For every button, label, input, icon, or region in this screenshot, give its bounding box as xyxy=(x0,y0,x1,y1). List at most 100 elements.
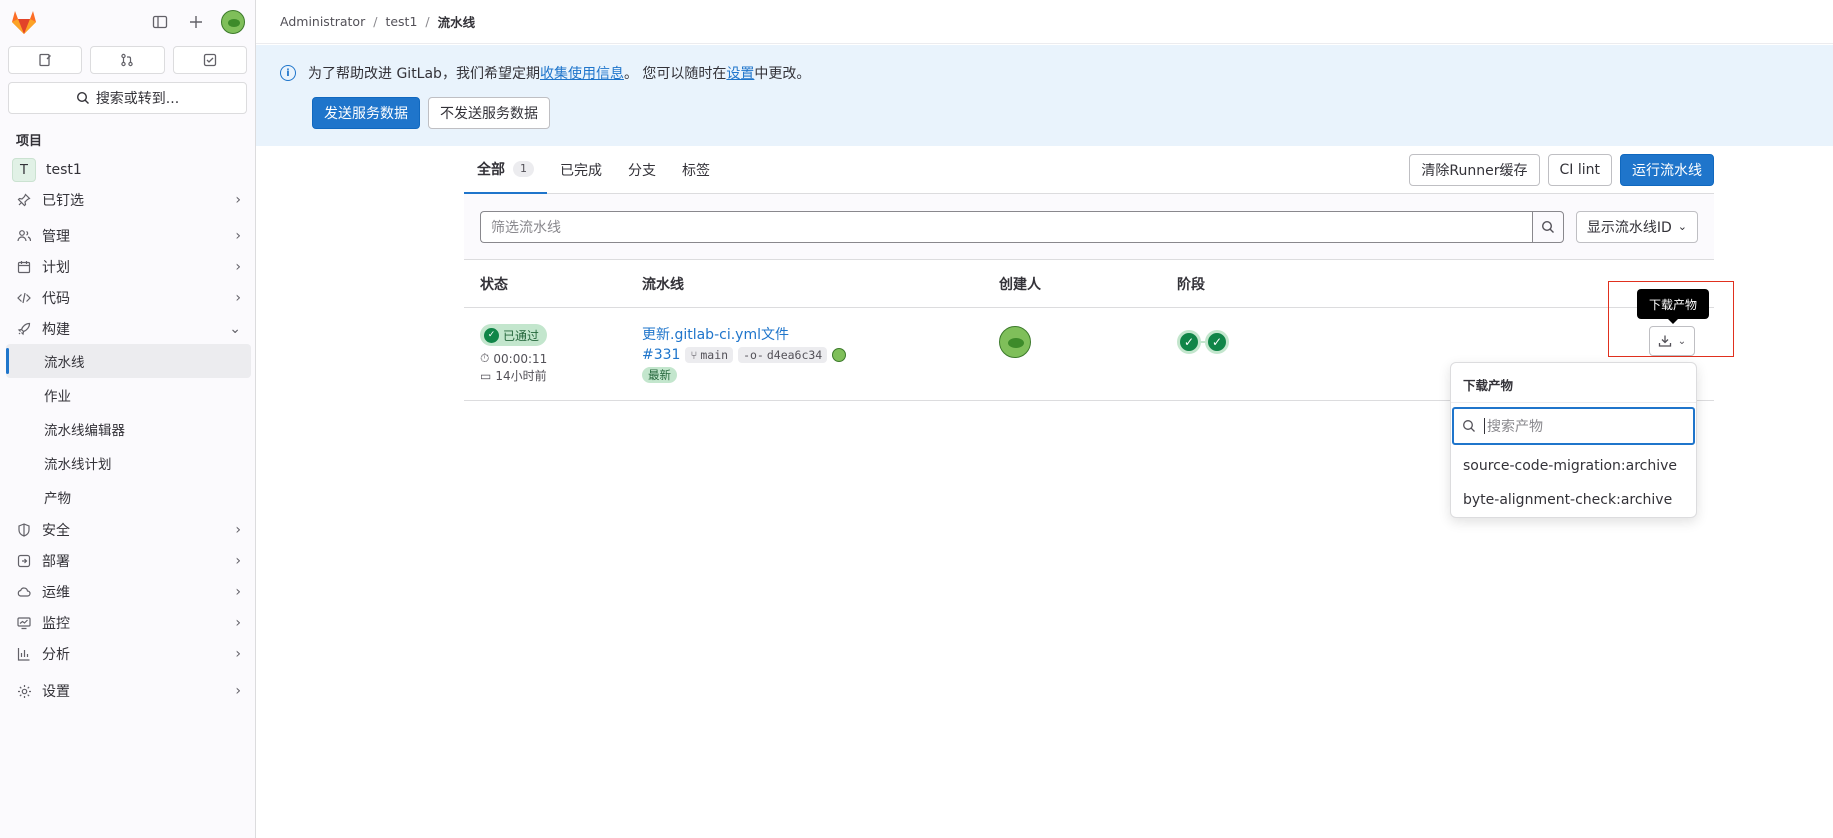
sidebar-item-label: 代码 xyxy=(42,290,70,307)
clear-runner-cache-button[interactable]: 清除Runner缓存 xyxy=(1409,153,1540,186)
user-avatar[interactable] xyxy=(221,10,245,34)
info-icon: i xyxy=(280,65,296,81)
ci-lint-button[interactable]: CI lint xyxy=(1547,153,1612,186)
issues-icon xyxy=(39,53,52,67)
sidebar-item-analyze[interactable]: 分析 › xyxy=(0,638,255,669)
plus-icon[interactable] xyxy=(185,11,207,33)
sidebar-shortcuts xyxy=(0,44,255,74)
chevron-right-icon: › xyxy=(235,552,241,569)
sidebar-item-monitor[interactable]: 监控 › xyxy=(0,607,255,638)
sidebar-toggle-icon[interactable] xyxy=(149,11,171,33)
cloud-icon xyxy=(16,584,32,600)
send-service-data-button[interactable]: 发送服务数据 xyxy=(312,97,420,129)
sidebar-item-label: 管理 xyxy=(42,229,70,245)
sidebar-item-manage[interactable]: 管理 › xyxy=(0,221,255,251)
chevron-down-icon: ⌄ xyxy=(1677,220,1687,233)
pipelines-table-header: 状态 流水线 创建人 阶段 xyxy=(464,260,1714,308)
merge-request-icon xyxy=(121,53,134,67)
breadcrumb-item-project[interactable]: test1 xyxy=(385,14,417,29)
pipeline-finished-time: 14小时前 xyxy=(495,369,547,383)
pipeline-commit-title[interactable]: 更新.gitlab-ci.yml文件 xyxy=(642,324,999,344)
chevron-right-icon: › xyxy=(235,645,241,662)
sidebar-item-settings[interactable]: 设置 › xyxy=(0,673,255,709)
sidebar-item-label: 监控 xyxy=(42,615,70,632)
issues-button[interactable] xyxy=(8,46,83,74)
tab-tags[interactable]: 标签 xyxy=(669,146,723,194)
shield-icon xyxy=(16,522,32,538)
pipeline-tabs: 全部 1 已完成 分支 标签 清除Runner缓存 CI lint 运行流水线 xyxy=(464,146,1714,194)
stage-passed-icon[interactable]: ✓ xyxy=(1177,330,1201,354)
chevron-down-icon: ⌄ xyxy=(1677,335,1687,347)
todos-button[interactable] xyxy=(172,46,247,74)
chevron-right-icon: › xyxy=(235,228,241,244)
breadcrumb-item-pipelines[interactable]: 流水线 xyxy=(438,12,476,31)
pipeline-duration: 00:00:11 xyxy=(493,351,548,366)
search-icon xyxy=(1463,420,1475,432)
sidebar-item-label: 构建 xyxy=(42,321,70,338)
branch-icon: ⑂ xyxy=(690,348,698,362)
search-icon xyxy=(76,91,89,104)
chevron-right-icon: › xyxy=(235,683,241,699)
sidebar-search-button[interactable]: 搜索或转到... xyxy=(8,82,247,114)
creator-avatar[interactable] xyxy=(999,326,1031,358)
header-status: 状态 xyxy=(480,276,508,293)
merge-requests-button[interactable] xyxy=(90,46,165,74)
monitor-icon xyxy=(16,615,32,631)
banner-text: 为了帮助改进 GitLab，我们希望定期收集使用信息。 您可以随时在设置中更改。 xyxy=(308,66,811,82)
sidebar-section-title: 项目 xyxy=(16,134,43,149)
sidebar-subitem-jobs[interactable]: 作业 xyxy=(0,378,255,412)
deploy-icon xyxy=(16,553,32,569)
sidebar-item-label: 计划 xyxy=(42,259,70,276)
sidebar-subitem-pipeline-schedules[interactable]: 流水线计划 xyxy=(0,446,255,480)
branch-chip[interactable]: ⑂ main xyxy=(685,347,734,363)
filter-pipelines-input[interactable]: 筛选流水线 xyxy=(480,210,1532,243)
sidebar-item-label: 已钉选 xyxy=(42,193,84,209)
usage-info-link[interactable]: 收集使用信息 xyxy=(540,66,624,82)
filter-search-button[interactable] xyxy=(1531,210,1564,243)
chevron-right-icon: › xyxy=(235,583,241,600)
run-pipeline-button[interactable]: 运行流水线 xyxy=(1620,153,1714,186)
breadcrumb-item-admin[interactable]: Administrator xyxy=(280,14,365,29)
check-icon: ✓ xyxy=(484,327,499,343)
sidebar-item-label: 安全 xyxy=(42,522,70,539)
artifact-item[interactable]: source-code-migration:archive xyxy=(1451,449,1696,483)
sidebar-item-deploy[interactable]: 部署 › xyxy=(0,545,255,576)
breadcrumb: Administrator / test1 / 流水线 xyxy=(256,0,1833,44)
search-icon xyxy=(1541,220,1554,233)
tab-branches[interactable]: 分支 xyxy=(615,146,669,194)
sidebar-header xyxy=(0,0,255,44)
download-artifacts-button[interactable]: ⌄ xyxy=(1649,326,1695,356)
sidebar-subitem-pipeline-editor[interactable]: 流水线编辑器 xyxy=(0,412,255,446)
sidebar-item-label: 分析 xyxy=(42,646,70,663)
tab-finished[interactable]: 已完成 xyxy=(547,146,615,194)
pipeline-id-type-dropdown[interactable]: 显示流水线ID ⌄ xyxy=(1575,210,1698,243)
code-icon xyxy=(16,290,32,306)
chevron-right-icon: › xyxy=(235,289,241,306)
tab-all[interactable]: 全部 1 xyxy=(464,146,547,194)
settings-link[interactable]: 设置 xyxy=(726,66,754,82)
left-sidebar: 搜索或转到... 项目 T test1 已钉选 › 管理 › 计划 › 代码 ›… xyxy=(0,0,256,838)
dont-send-service-data-button[interactable]: 不发送服务数据 xyxy=(428,97,550,129)
sidebar-item-build[interactable]: 构建 ⌄ xyxy=(0,313,255,344)
sidebar-subitem-artifacts[interactable]: 产物 xyxy=(0,480,255,514)
sidebar-item-plan[interactable]: 计划 › xyxy=(0,251,255,282)
sidebar-item-code[interactable]: 代码 › xyxy=(0,282,255,313)
sidebar-item-security[interactable]: 安全 › xyxy=(0,514,255,545)
sidebar-project-link[interactable]: T test1 xyxy=(0,155,255,185)
commit-icon: -o- xyxy=(743,348,764,362)
sidebar-subitem-pipelines[interactable]: 流水线 xyxy=(6,344,251,378)
commit-author-avatar[interactable] xyxy=(832,348,847,362)
manage-icon xyxy=(16,228,32,244)
commit-chip[interactable]: -o- d4ea6c34 xyxy=(738,347,828,363)
todo-icon xyxy=(203,53,216,67)
status-badge[interactable]: ✓ 已通过 xyxy=(480,324,548,346)
pipeline-id-link[interactable]: #331 xyxy=(642,347,680,363)
sidebar-item-pinned[interactable]: 已钉选 › xyxy=(0,185,255,215)
chevron-right-icon: › xyxy=(235,614,241,631)
gitlab-logo-icon[interactable] xyxy=(10,9,38,35)
artifact-item[interactable]: byte-alignment-check:archive xyxy=(1451,483,1696,517)
chart-icon xyxy=(16,646,32,662)
sidebar-item-operate[interactable]: 运维 › xyxy=(0,576,255,607)
stage-passed-icon[interactable]: ✓ xyxy=(1205,330,1229,354)
artifacts-search-input[interactable]: 搜索产物 xyxy=(1452,407,1695,445)
